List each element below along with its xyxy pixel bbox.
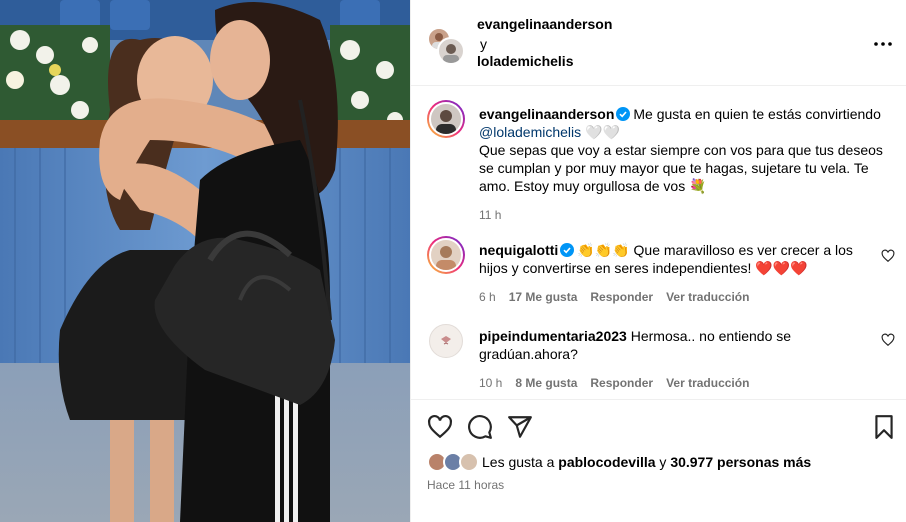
likes-user[interactable]: pablocodevilla <box>558 454 655 470</box>
verified-badge-icon <box>616 107 631 121</box>
bookmark-icon[interactable] <box>871 414 897 440</box>
avatar <box>437 37 465 65</box>
likes-prefix: Les gusta a <box>482 454 555 470</box>
caption-mention[interactable]: @lolademichelis <box>479 124 581 140</box>
likes-summary: Les gusta a pablocodevilla y 30.977 pers… <box>427 452 811 472</box>
comment-meta: 10 h 8 Me gusta Responder Ver traducción <box>479 374 884 392</box>
comment-emoji-prefix: 👏👏👏 <box>577 242 630 258</box>
post-image <box>0 0 410 522</box>
caption-body: Que sepas que voy a estar siempre con vo… <box>479 142 883 194</box>
comment-item: pipeindumentaria2023 Hermosa.. no entien… <box>427 322 897 392</box>
comment-username[interactable]: pipeindumentaria2023 <box>479 328 627 344</box>
comment-time[interactable]: 10 h <box>479 374 502 392</box>
verified-badge-icon <box>560 243 575 257</box>
comment-likes[interactable]: 8 Me gusta <box>515 374 577 392</box>
collaborator-username[interactable]: lolademichelis <box>477 53 573 69</box>
post-photo[interactable] <box>0 0 410 522</box>
comment-username[interactable]: nequigalotti <box>479 242 558 258</box>
see-translation-button[interactable]: Ver traducción <box>666 374 749 392</box>
collab-avatars[interactable] <box>427 27 465 65</box>
avatar[interactable] <box>427 100 465 138</box>
post-timestamp[interactable]: Hace 11 horas <box>427 478 504 492</box>
avatar[interactable] <box>427 236 465 274</box>
see-translation-button[interactable]: Ver traducción <box>666 288 749 306</box>
heart-icon[interactable] <box>427 414 453 440</box>
comment-time[interactable]: 6 h <box>479 288 496 306</box>
more-options-button[interactable] <box>871 32 895 56</box>
share-icon[interactable] <box>507 414 533 440</box>
caption-meta: 11 h <box>479 206 884 224</box>
caption: evangelinaanderson Me gusta en quien te e… <box>427 100 897 222</box>
caption-text: Me gusta en quien te estás convirtiendo <box>633 106 881 122</box>
comment-emoji-suffix: ❤️❤️❤️ <box>755 260 808 276</box>
caption-emoji: 💐 <box>689 178 707 194</box>
caption-username[interactable]: evangelinaanderson <box>479 106 614 122</box>
avatar <box>459 452 479 472</box>
like-comment-heart-icon[interactable] <box>881 249 895 263</box>
comment-icon[interactable] <box>467 414 493 440</box>
owner-joiner: y <box>480 36 487 52</box>
comment-meta: 6 h 17 Me gusta Responder Ver traducción <box>479 288 884 306</box>
likes-join: y <box>659 454 667 470</box>
like-comment-heart-icon[interactable] <box>881 333 895 347</box>
avatar[interactable] <box>429 324 463 358</box>
liker-avatars[interactable] <box>427 452 479 472</box>
more-horizontal-icon <box>874 42 892 46</box>
reply-button[interactable]: Responder <box>590 288 653 306</box>
likes-count[interactable]: 30.977 personas más <box>670 454 811 470</box>
post-header: evangelinaanderson y lolademichelis <box>411 0 906 86</box>
owner-username[interactable]: evangelinaanderson <box>477 16 612 32</box>
comment-likes[interactable]: 17 Me gusta <box>509 288 578 306</box>
caption-mention-suffix: 🤍🤍 <box>585 124 620 140</box>
reply-button[interactable]: Responder <box>590 374 653 392</box>
comment-item: nequigalotti 👏👏👏 Que maravilloso es ver c… <box>427 236 897 306</box>
post-actions: Les gusta a pablocodevilla y 30.977 pers… <box>411 399 906 522</box>
post-panel: evangelinaanderson y lolademichelis evan… <box>410 0 906 522</box>
caption-time[interactable]: 11 h <box>479 206 501 224</box>
